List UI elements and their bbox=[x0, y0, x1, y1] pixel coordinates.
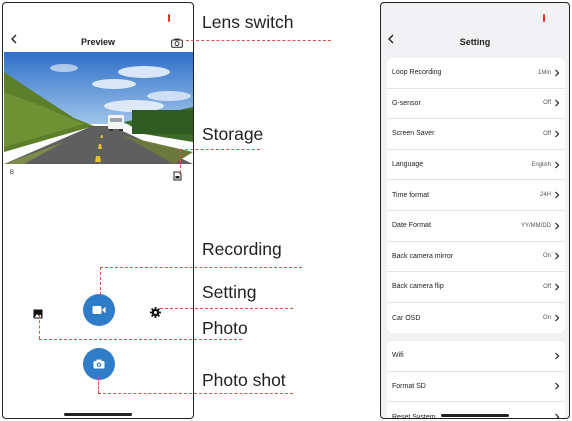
chevron-right-icon bbox=[555, 314, 560, 322]
setting-leader bbox=[160, 308, 293, 309]
settings-row-value: YY/MM/DD bbox=[521, 222, 551, 229]
settings-row-screen-saver[interactable]: Screen Saver Off bbox=[387, 119, 565, 150]
chevron-right-icon bbox=[555, 352, 560, 360]
settings-row-label: Time format bbox=[392, 191, 430, 199]
record-button[interactable] bbox=[83, 294, 115, 326]
settings-row-time-format[interactable]: Time format 24H bbox=[387, 180, 565, 211]
lens-switch-callout: Lens switch bbox=[202, 12, 294, 32]
preview-screen: Preview B bbox=[2, 2, 194, 419]
settings-row-wifi[interactable]: Wifi bbox=[387, 341, 565, 372]
settings-row-value: English bbox=[531, 161, 551, 168]
settings-row-value: 1Min bbox=[537, 69, 551, 76]
settings-row-label: Back camera mirror bbox=[392, 252, 454, 260]
settings-row-value: On bbox=[542, 253, 551, 260]
chevron-right-icon bbox=[555, 222, 560, 230]
settings-row-back-camera-flip[interactable]: Back camera flip Off bbox=[387, 272, 565, 303]
lens-switch-button[interactable] bbox=[171, 35, 183, 53]
recording-leader-v bbox=[100, 267, 101, 295]
settings-row-label: Wifi bbox=[392, 352, 404, 360]
chevron-right-icon bbox=[555, 252, 560, 260]
settings-group-system: Wifi Format SD Reset System bbox=[387, 341, 565, 418]
photo-callout: Photo bbox=[202, 318, 248, 338]
settings-row-format-sd[interactable]: Format SD bbox=[387, 372, 565, 403]
chevron-right-icon bbox=[555, 161, 560, 169]
home-indicator[interactable] bbox=[441, 414, 509, 417]
settings-row-label: G-sensor bbox=[392, 99, 421, 107]
chevron-right-icon bbox=[555, 130, 560, 138]
chevron-right-icon bbox=[555, 382, 560, 390]
chevron-right-icon bbox=[555, 414, 560, 418]
setting-callout: Setting bbox=[202, 282, 257, 302]
video-camera-icon bbox=[92, 306, 106, 314]
manual-illustration: Preview B Lens switch Storage Recording … bbox=[0, 0, 572, 421]
settings-row-back-camera-mirror[interactable]: Back camera mirror On bbox=[387, 242, 565, 273]
storage-leader-v bbox=[180, 149, 181, 173]
photo-shot-leader-v bbox=[98, 378, 99, 393]
chevron-right-icon bbox=[555, 69, 560, 77]
settings-row-value: Off bbox=[543, 283, 551, 290]
photo-shot-callout: Photo shot bbox=[202, 370, 286, 390]
settings-row-loop-recording[interactable]: Loop Recording 1Min bbox=[387, 58, 565, 89]
settings-row-language[interactable]: Language English bbox=[387, 150, 565, 181]
road-scene-image bbox=[4, 52, 193, 164]
camera-preview[interactable] bbox=[4, 52, 193, 164]
gallery-icon bbox=[33, 309, 43, 319]
page-title: Setting bbox=[459, 37, 491, 47]
settings-row-label: Back camera flip bbox=[392, 283, 444, 291]
settings-row-label: Language bbox=[392, 161, 424, 169]
settings-row-value: Off bbox=[543, 100, 551, 107]
settings-row-g-sensor[interactable]: G-sensor Off bbox=[387, 89, 565, 120]
settings-group-general: Loop Recording 1Min G-sensor Off Screen Save… bbox=[387, 58, 565, 334]
home-indicator[interactable] bbox=[64, 413, 132, 416]
page-title: Preview bbox=[80, 37, 116, 47]
photo-shot-leader-h bbox=[98, 393, 293, 394]
settings-row-value: Off bbox=[543, 130, 551, 137]
storage-callout: Storage bbox=[202, 124, 264, 144]
lens-switch-leader bbox=[186, 40, 331, 41]
recording-leader-h bbox=[100, 267, 302, 268]
settings-row-value: 24H bbox=[539, 192, 551, 199]
photo-leader-v bbox=[39, 315, 40, 339]
storage-leader-h bbox=[180, 149, 260, 150]
settings-row-label: Screen Saver bbox=[392, 130, 435, 138]
photo-leader-h bbox=[39, 339, 242, 340]
settings-row-car-osd[interactable]: Car OSD On bbox=[387, 303, 565, 334]
camera-icon bbox=[93, 359, 105, 369]
settings-row-label: Date Format bbox=[392, 222, 431, 230]
recording-indicator bbox=[543, 14, 545, 22]
recording-indicator bbox=[168, 14, 170, 22]
settings-row-value: On bbox=[542, 315, 551, 322]
settings-row-date-format[interactable]: Date Format YY/MM/DD bbox=[387, 211, 565, 242]
recording-callout: Recording bbox=[202, 239, 282, 259]
resolution-label: B bbox=[10, 170, 15, 176]
camera-switch-icon bbox=[171, 38, 183, 48]
settings-row-label: Car OSD bbox=[392, 314, 421, 322]
settings-row-label: Format SD bbox=[392, 382, 426, 390]
photo-gallery-button[interactable] bbox=[33, 306, 43, 324]
shutter-button[interactable] bbox=[83, 348, 115, 380]
settings-screen: Setting Loop Recording 1Min G-sensor Off Scr… bbox=[380, 2, 570, 419]
chevron-right-icon bbox=[555, 283, 560, 291]
settings-row-label: Loop Recording bbox=[392, 69, 442, 77]
chevron-right-icon bbox=[555, 99, 560, 107]
chevron-right-icon bbox=[555, 191, 560, 199]
